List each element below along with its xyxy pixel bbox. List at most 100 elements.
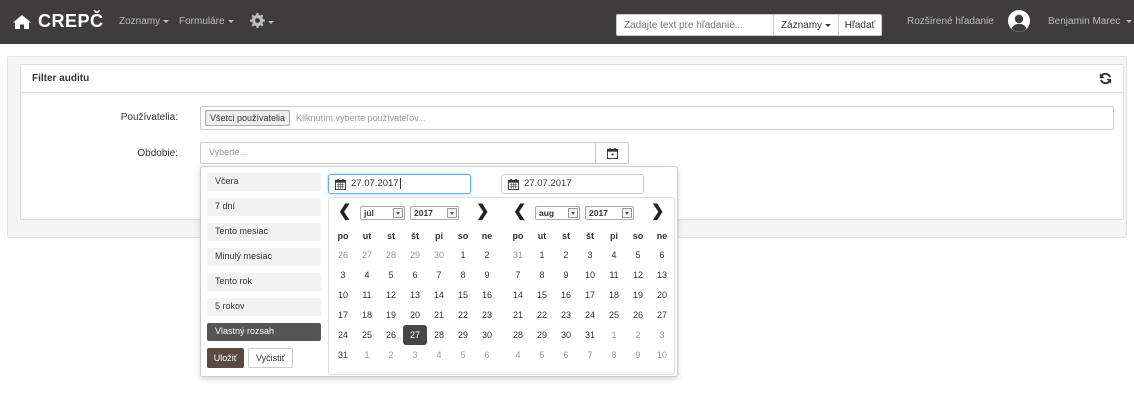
calendar-day[interactable]: 31	[331, 345, 355, 365]
calendar-day[interactable]: 22	[451, 305, 475, 325]
calendar-day[interactable]: 13	[403, 285, 427, 305]
user-menu[interactable]: Benjamin Marec	[1048, 16, 1133, 27]
calendar-day[interactable]: 15	[530, 285, 554, 305]
calendar-day[interactable]: 3	[331, 265, 355, 285]
calendar-day[interactable]: 17	[578, 285, 602, 305]
calendar-day[interactable]: 30	[475, 325, 499, 345]
range-5-years[interactable]: 5 rokov	[207, 298, 321, 316]
calendar-day[interactable]: 6	[475, 345, 499, 365]
calendar-day[interactable]: 4	[602, 245, 626, 265]
calendar-day[interactable]: 11	[355, 285, 379, 305]
save-button[interactable]: Uložiť	[207, 348, 244, 368]
calendar-day[interactable]: 2	[626, 325, 650, 345]
year-select-right[interactable]: 2017	[585, 206, 634, 220]
calendar-day[interactable]: 3	[578, 245, 602, 265]
calendar-day[interactable]: 27	[403, 325, 427, 345]
range-last-month[interactable]: Minulý mesiac	[207, 248, 321, 266]
calendar-day[interactable]: 2	[554, 245, 578, 265]
calendar-day[interactable]: 27	[650, 305, 674, 325]
avatar[interactable]	[1008, 10, 1030, 35]
calendar-day[interactable]: 17	[331, 305, 355, 325]
calendar-day[interactable]: 1	[602, 325, 626, 345]
calendar-day[interactable]: 30	[554, 325, 578, 345]
prev-month-arrow-icon[interactable]: ❮	[513, 204, 526, 220]
range-custom[interactable]: Vlastný rozsah	[207, 323, 321, 341]
next-month-arrow-icon[interactable]: ❯	[651, 204, 664, 220]
start-date-input[interactable]: 27.07.2017	[328, 174, 471, 194]
calendar-day[interactable]: 9	[626, 345, 650, 365]
calendar-day[interactable]: 24	[331, 325, 355, 345]
calendar-day[interactable]: 30	[427, 245, 451, 265]
calendar-day[interactable]: 5	[626, 245, 650, 265]
calendar-day[interactable]: 4	[355, 265, 379, 285]
calendar-day[interactable]: 3	[403, 345, 427, 365]
calendar-day[interactable]: 14	[506, 285, 530, 305]
menu-formulare[interactable]: Formuláre	[179, 16, 234, 27]
calendar-day[interactable]: 19	[379, 305, 403, 325]
calendar-day[interactable]: 6	[403, 265, 427, 285]
calendar-day[interactable]: 29	[530, 325, 554, 345]
all-users-tag[interactable]: Všetci používatelia	[205, 110, 291, 126]
calendar-day[interactable]: 28	[506, 325, 530, 345]
calendar-day[interactable]: 21	[506, 305, 530, 325]
calendar-day[interactable]: 29	[403, 245, 427, 265]
month-select-right[interactable]: aug	[535, 206, 580, 220]
calendar-day[interactable]: 16	[554, 285, 578, 305]
calendar-day[interactable]: 4	[506, 345, 530, 365]
calendar-day[interactable]: 23	[554, 305, 578, 325]
calendar-day[interactable]: 31	[506, 245, 530, 265]
month-select-left[interactable]: júl	[360, 206, 405, 220]
calendar-day[interactable]: 8	[530, 265, 554, 285]
calendar-day[interactable]: 18	[355, 305, 379, 325]
calendar-day[interactable]: 10	[331, 285, 355, 305]
end-date-input[interactable]: 27.07.2017	[501, 174, 644, 194]
calendar-day[interactable]: 11	[602, 265, 626, 285]
calendar-day[interactable]: 23	[475, 305, 499, 325]
calendar-day[interactable]: 3	[650, 325, 674, 345]
calendar-day[interactable]: 21	[427, 305, 451, 325]
calendar-day[interactable]: 13	[650, 265, 674, 285]
calendar-day[interactable]: 18	[602, 285, 626, 305]
calendar-day[interactable]: 2	[379, 345, 403, 365]
refresh-icon[interactable]	[1099, 72, 1112, 85]
calendar-day[interactable]: 6	[650, 245, 674, 265]
calendar-day[interactable]: 26	[379, 325, 403, 345]
brand-logo[interactable]: CREPČ	[12, 11, 104, 32]
calendar-day[interactable]: 25	[602, 305, 626, 325]
calendar-day[interactable]: 9	[475, 265, 499, 285]
calendar-day[interactable]: 19	[626, 285, 650, 305]
calendar-day[interactable]: 5	[379, 265, 403, 285]
prev-month-arrow-icon[interactable]: ❮	[338, 204, 351, 220]
calendar-day[interactable]: 5	[530, 345, 554, 365]
calendar-day[interactable]: 7	[506, 265, 530, 285]
calendar-day[interactable]: 10	[578, 265, 602, 285]
period-calendar-button[interactable]	[595, 142, 629, 164]
calendar-day[interactable]: 7	[427, 265, 451, 285]
calendar-day[interactable]: 15	[451, 285, 475, 305]
calendar-day[interactable]: 26	[626, 305, 650, 325]
calendar-day[interactable]: 12	[379, 285, 403, 305]
calendar-day[interactable]: 9	[554, 265, 578, 285]
clear-button[interactable]: Vyčistiť	[248, 348, 293, 368]
calendar-day[interactable]: 31	[578, 325, 602, 345]
next-month-arrow-icon[interactable]: ❯	[476, 204, 489, 220]
year-select-left[interactable]: 2017	[410, 206, 459, 220]
calendar-day[interactable]: 1	[530, 245, 554, 265]
calendar-day[interactable]: 28	[379, 245, 403, 265]
calendar-day[interactable]: 24	[578, 305, 602, 325]
calendar-day[interactable]: 10	[650, 345, 674, 365]
calendar-day[interactable]: 22	[530, 305, 554, 325]
calendar-day[interactable]: 12	[626, 265, 650, 285]
calendar-day[interactable]: 16	[475, 285, 499, 305]
search-button[interactable]: Hľadať	[838, 14, 882, 36]
search-input[interactable]	[616, 14, 774, 36]
calendar-day[interactable]: 7	[578, 345, 602, 365]
calendar-day[interactable]: 14	[427, 285, 451, 305]
calendar-day[interactable]: 6	[554, 345, 578, 365]
users-select[interactable]: Všetci používatelia Kliknutím vyberte po…	[200, 106, 1114, 130]
calendar-day[interactable]: 5	[451, 345, 475, 365]
calendar-day[interactable]: 8	[602, 345, 626, 365]
calendar-day[interactable]: 2	[475, 245, 499, 265]
range-yesterday[interactable]: Včera	[207, 173, 321, 191]
calendar-day[interactable]: 26	[331, 245, 355, 265]
